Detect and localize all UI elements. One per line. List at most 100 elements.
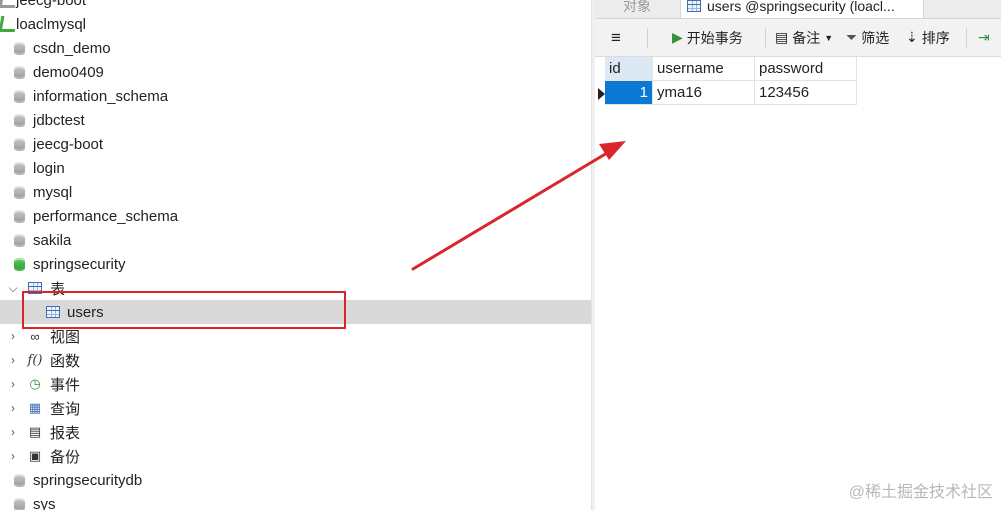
sort-label: 排序	[921, 29, 950, 46]
tree-item-label: springsecuritydb	[33, 471, 143, 489]
tree-item-events[interactable]: › ◷ 事件	[0, 372, 591, 396]
tree-item-label: 查询	[50, 400, 81, 418]
begin-transaction-button[interactable]: ▶ 开始事务	[672, 19, 743, 56]
column-header-password[interactable]: password	[755, 57, 857, 81]
tree-item-label: 报表	[50, 424, 81, 442]
tree-item-springsecuritydb[interactable]: springsecuritydb	[0, 468, 591, 492]
database-icon	[11, 136, 27, 152]
memo-label: 备注	[792, 29, 821, 46]
query-icon: ▦	[28, 400, 42, 415]
tree-item-label: springsecurity	[33, 255, 126, 273]
tree-item-backups[interactable]: › ▣ 备份	[0, 444, 591, 468]
database-icon	[11, 232, 27, 248]
memo-button[interactable]: ▤ 备注 ▼	[775, 19, 833, 56]
tree-item-label: demo0409	[33, 63, 104, 81]
tab-objects[interactable]: 对象	[623, 0, 651, 18]
tree-item-performance-schema[interactable]: performance_schema	[0, 204, 591, 228]
database-icon	[11, 184, 27, 200]
tree-item-label: jdbctest	[33, 111, 85, 129]
cell-password[interactable]: 123456	[755, 81, 857, 105]
event-icon: ◷	[29, 376, 41, 391]
tree-item-label: 备份	[50, 448, 81, 466]
column-header-username[interactable]: username	[653, 57, 755, 81]
tree-item-label: 函数	[50, 352, 81, 370]
tree-item-jdbctest[interactable]: jdbctest	[0, 108, 591, 132]
cell-id[interactable]: 1	[605, 81, 653, 105]
tab-bar: 对象 users @springsecurity (loacl...	[595, 0, 1001, 19]
tree-item-label: 事件	[50, 376, 81, 394]
tree-item-label: performance_schema	[33, 207, 179, 225]
import-icon: ⇥	[978, 29, 990, 45]
watermark: @稀土掘金技术社区	[848, 484, 993, 501]
connection-icon	[0, 16, 18, 32]
database-icon	[11, 208, 27, 224]
chevron-right-icon[interactable]: ›	[8, 401, 18, 415]
tree-item-sakila[interactable]: sakila	[0, 228, 591, 252]
database-icon	[11, 64, 27, 80]
tree-item-label: login	[33, 159, 65, 177]
database-icon	[11, 160, 27, 176]
chevron-right-icon[interactable]: ›	[8, 329, 18, 343]
memo-icon: ▤	[775, 29, 789, 45]
database-open-icon	[11, 256, 27, 272]
tab-label: 对象	[623, 0, 651, 14]
chevron-right-icon[interactable]: ›	[8, 353, 18, 367]
report-icon: ▤	[28, 424, 42, 439]
tree-item-label: sakila	[33, 231, 72, 249]
cell-username[interactable]: yma16	[653, 81, 755, 105]
column-header-id[interactable]: id	[605, 57, 653, 81]
filter-label: 筛选	[861, 29, 890, 46]
tree-item-jeecg-boot-connection[interactable]: jeecg-boot	[0, 0, 591, 12]
function-icon: f()	[27, 352, 43, 368]
filter-icon: ⏷	[846, 29, 858, 45]
toolbar-separator	[765, 28, 766, 48]
menu-icon: ≡	[611, 27, 621, 47]
views-icon: ∞	[30, 328, 40, 344]
chevron-right-icon[interactable]: ›	[8, 449, 18, 463]
highlight-box	[22, 291, 346, 329]
tree-item-queries[interactable]: › ▦ 查询	[0, 396, 591, 420]
menu-button[interactable]: ≡	[611, 19, 621, 56]
toolbar: ≡ ▶ 开始事务 ▤ 备注 ▼ ⏷ 筛选 ⇣ 排序 ⇥	[595, 19, 1001, 57]
tree-item-label: information_schema	[33, 87, 169, 105]
current-row-indicator-icon	[598, 88, 605, 100]
pane-splitter[interactable]	[591, 0, 595, 510]
tree-item-sys[interactable]: sys	[0, 492, 591, 510]
tree-item-label: jeecg-boot	[33, 135, 104, 153]
tree-item-demo0409[interactable]: demo0409	[0, 60, 591, 84]
connection-icon	[0, 0, 18, 8]
tree-item-jeecg-boot[interactable]: jeecg-boot	[0, 132, 591, 156]
toolbar-separator	[966, 28, 967, 48]
tree-item-mysql[interactable]: mysql	[0, 180, 591, 204]
tree-item-label: sys	[33, 495, 56, 510]
chevron-right-icon[interactable]: ›	[8, 377, 18, 391]
dropdown-arrow-icon: ▼	[824, 32, 834, 43]
begin-transaction-label: 开始事务	[686, 29, 743, 46]
database-icon	[11, 88, 27, 104]
toolbar-separator	[647, 28, 648, 48]
import-button[interactable]: ⇥	[978, 19, 994, 56]
tree-item-springsecurity[interactable]: springsecurity	[0, 252, 591, 276]
tree-item-information-schema[interactable]: information_schema	[0, 84, 591, 108]
tree-item-label: mysql	[33, 183, 73, 201]
chevron-down-icon[interactable]: ⌵	[8, 281, 18, 295]
tree-item-reports[interactable]: › ▤ 报表	[0, 420, 591, 444]
database-icon	[11, 496, 27, 510]
sort-icon: ⇣	[906, 29, 918, 45]
filter-button[interactable]: ⏷ 筛选	[846, 19, 889, 56]
tree-item-label: loaclmysql	[16, 15, 87, 33]
chevron-right-icon[interactable]: ›	[8, 425, 18, 439]
table-icon	[687, 0, 701, 12]
backup-icon: ▣	[28, 448, 42, 463]
tree-item-loaclmysql[interactable]: loaclmysql	[0, 12, 591, 36]
object-tree: jeecg-boot loaclmysql csdn_demo demo0409…	[0, 0, 591, 510]
tab-label: users @springsecurity (loacl...	[707, 0, 895, 14]
tree-item-label: csdn_demo	[33, 39, 111, 57]
tree-item-login[interactable]: login	[0, 156, 591, 180]
tree-item-label: jeecg-boot	[16, 0, 87, 9]
tree-item-csdn-demo[interactable]: csdn_demo	[0, 36, 591, 60]
tab-users-table[interactable]: users @springsecurity (loacl...	[680, 0, 924, 18]
tree-item-functions[interactable]: › f() 函数	[0, 348, 591, 372]
database-icon	[11, 472, 27, 488]
sort-button[interactable]: ⇣ 排序	[906, 19, 950, 56]
